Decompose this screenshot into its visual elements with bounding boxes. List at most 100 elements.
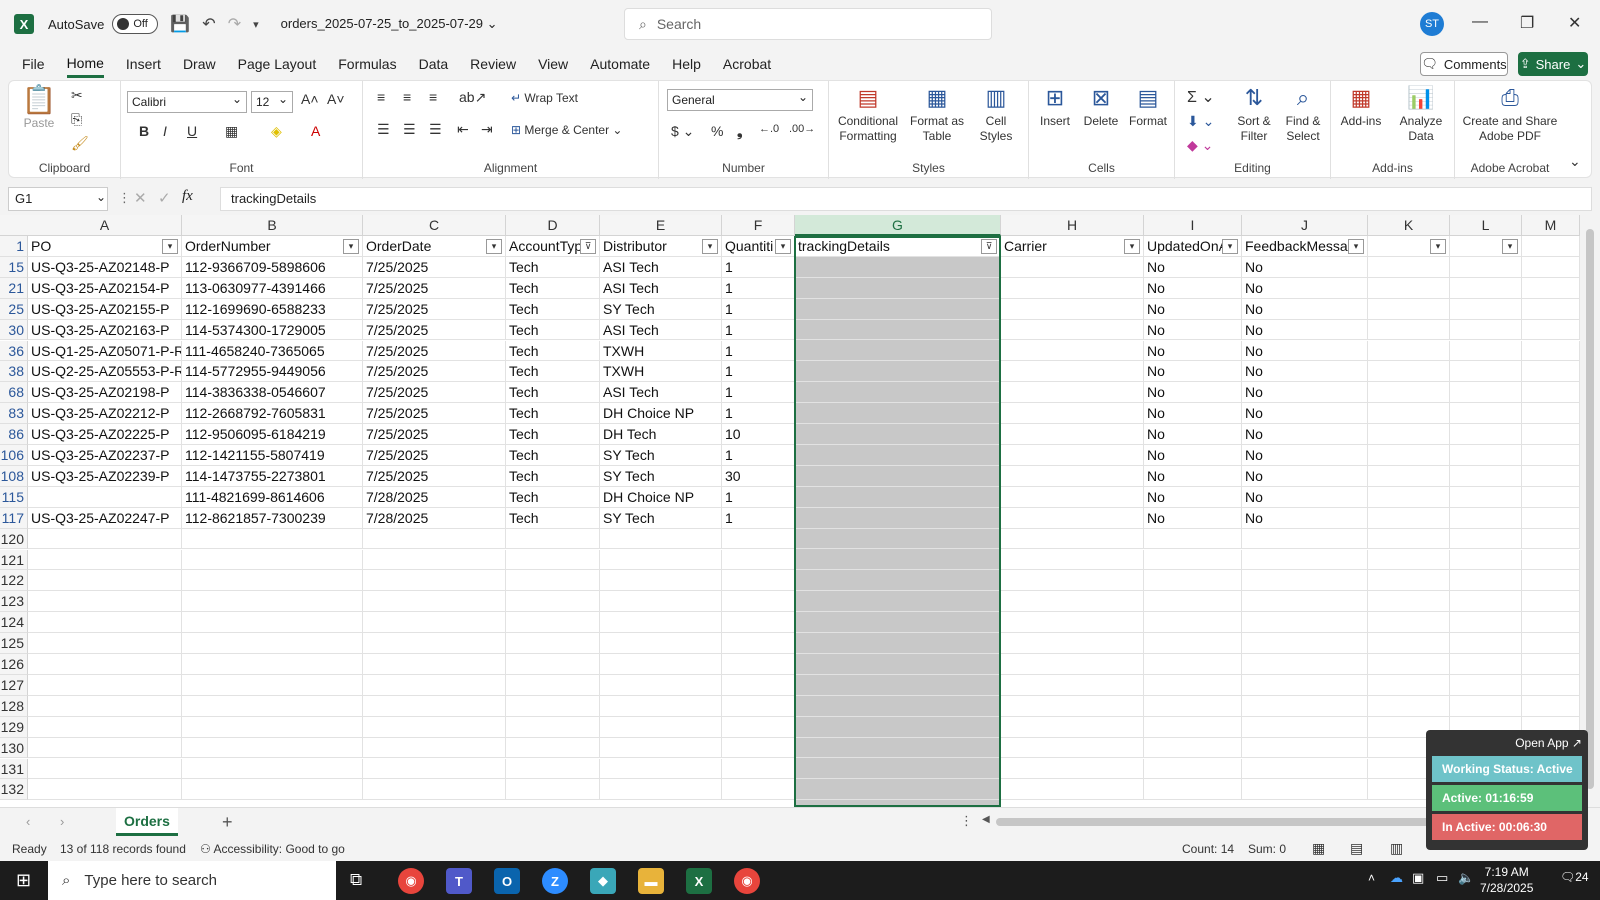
table-cell[interactable] (182, 695, 363, 717)
horizontal-scroll-thumb[interactable] (996, 818, 1486, 826)
table-cell[interactable] (722, 549, 795, 571)
table-cell[interactable] (1522, 674, 1580, 696)
table-cell[interactable] (182, 674, 363, 696)
more-icon[interactable]: ⋮ (118, 190, 131, 206)
table-cell[interactable]: Tech (506, 277, 600, 299)
table-cell[interactable]: 7/25/2025 (363, 445, 506, 466)
table-cell[interactable]: US-Q3-25-AZ02155-P (28, 298, 182, 320)
autosum-icon[interactable]: Σ ⌄ (1187, 87, 1215, 107)
open-app-link[interactable]: Open App ↗ (1432, 736, 1582, 750)
filter-dropdown-icon[interactable]: ▾ (1222, 239, 1238, 254)
table-cell[interactable] (506, 779, 600, 801)
table-cell[interactable]: Tech (506, 340, 600, 362)
align-left-icon[interactable]: ☰ (377, 121, 390, 138)
table-cell[interactable] (1001, 507, 1144, 529)
table-cell[interactable] (1450, 549, 1522, 571)
header-cell[interactable]: OrderNumber (182, 236, 363, 257)
tab-data[interactable]: Data (419, 52, 449, 76)
table-cell[interactable]: US-Q3-25-AZ02247-P (28, 507, 182, 529)
table-cell[interactable]: No (1144, 403, 1242, 425)
maximize-icon[interactable]: ❐ (1520, 13, 1534, 33)
table-cell[interactable] (28, 737, 182, 759)
table-cell[interactable] (1522, 465, 1580, 487)
number-format-select[interactable]: General (667, 87, 813, 111)
table-cell[interactable] (363, 591, 506, 613)
table-cell[interactable] (28, 549, 182, 571)
table-cell[interactable]: 1 (722, 486, 795, 508)
table-cell[interactable] (1001, 674, 1144, 696)
table-cell[interactable]: No (1242, 256, 1368, 278)
column-header-k[interactable]: K (1368, 215, 1450, 236)
table-cell[interactable] (795, 424, 1001, 445)
borders-icon[interactable]: ▦ (225, 123, 238, 140)
table-cell[interactable] (1368, 340, 1450, 362)
name-box[interactable]: G1 (8, 187, 108, 211)
table-cell[interactable]: DH Choice NP (600, 403, 722, 425)
table-cell[interactable]: 1 (722, 445, 795, 466)
table-cell[interactable] (363, 633, 506, 654)
table-cell[interactable]: No (1144, 424, 1242, 445)
table-cell[interactable]: No (1242, 277, 1368, 299)
table-cell[interactable] (1368, 403, 1450, 425)
row-header[interactable]: 106 (0, 445, 28, 466)
table-cell[interactable] (795, 528, 1001, 550)
taskbar-clock[interactable]: 7:19 AM 7/28/2025 (1480, 864, 1533, 896)
orientation-icon[interactable]: ab↗ (459, 89, 486, 106)
table-cell[interactable] (600, 716, 722, 738)
table-cell[interactable]: 1 (722, 256, 795, 278)
column-header-c[interactable]: C (363, 215, 506, 236)
table-cell[interactable]: 114-1473755-2273801 (182, 465, 363, 487)
table-cell[interactable] (795, 654, 1001, 675)
table-cell[interactable] (795, 340, 1001, 362)
row-header[interactable]: 1 (0, 236, 28, 257)
table-cell[interactable] (722, 758, 795, 780)
table-cell[interactable] (1001, 654, 1144, 675)
table-cell[interactable]: Tech (506, 382, 600, 404)
header-cell[interactable]: Carrier (1001, 236, 1144, 257)
table-cell[interactable] (1368, 570, 1450, 592)
table-cell[interactable] (1144, 737, 1242, 759)
table-cell[interactable] (1450, 695, 1522, 717)
table-cell[interactable] (506, 612, 600, 634)
share-button[interactable]: ⇪ Share ⌄ (1518, 52, 1588, 76)
table-cell[interactable] (182, 570, 363, 592)
filter-dropdown-icon[interactable]: ⊽ (580, 239, 596, 254)
table-cell[interactable]: 30 (722, 465, 795, 487)
minimize-icon[interactable]: — (1472, 13, 1488, 31)
merge-center-button[interactable]: ⊞ Merge & Center ⌄ (511, 123, 641, 138)
table-cell[interactable] (1144, 633, 1242, 654)
table-cell[interactable] (28, 570, 182, 592)
table-cell[interactable] (1522, 424, 1580, 445)
sheet-options-icon[interactable]: ⋮ (960, 813, 973, 829)
table-cell[interactable] (363, 612, 506, 634)
table-cell[interactable] (1242, 716, 1368, 738)
table-cell[interactable] (795, 695, 1001, 717)
table-cell[interactable] (1144, 549, 1242, 571)
table-cell[interactable] (506, 654, 600, 675)
row-header[interactable]: 30 (0, 319, 28, 341)
column-header-j[interactable]: J (1242, 215, 1368, 236)
row-header[interactable]: 122 (0, 570, 28, 592)
prev-sheet-icon[interactable]: ‹ (26, 814, 30, 829)
table-cell[interactable] (363, 654, 506, 675)
table-cell[interactable] (28, 528, 182, 550)
filter-dropdown-icon[interactable]: ▾ (1502, 239, 1518, 254)
autosave-toggle[interactable]: Off (112, 14, 159, 34)
tab-automate[interactable]: Automate (590, 52, 650, 76)
column-header-g[interactable]: G (795, 215, 1001, 236)
table-cell[interactable]: No (1144, 486, 1242, 508)
table-cell[interactable]: Tech (506, 424, 600, 445)
table-cell[interactable] (363, 549, 506, 571)
table-cell[interactable] (506, 695, 600, 717)
table-cell[interactable] (1001, 465, 1144, 487)
table-cell[interactable] (506, 570, 600, 592)
find-select-button[interactable]: ⌕ Find & Select (1279, 85, 1327, 144)
table-cell[interactable] (1450, 382, 1522, 404)
name-box-dropdown-icon[interactable]: ⌄ (96, 190, 106, 204)
font-color-icon[interactable]: A (311, 123, 320, 139)
column-header-l[interactable]: L (1450, 215, 1522, 236)
tab-draw[interactable]: Draw (183, 52, 216, 76)
table-cell[interactable] (1144, 695, 1242, 717)
table-cell[interactable] (1450, 340, 1522, 362)
table-cell[interactable]: No (1144, 340, 1242, 362)
